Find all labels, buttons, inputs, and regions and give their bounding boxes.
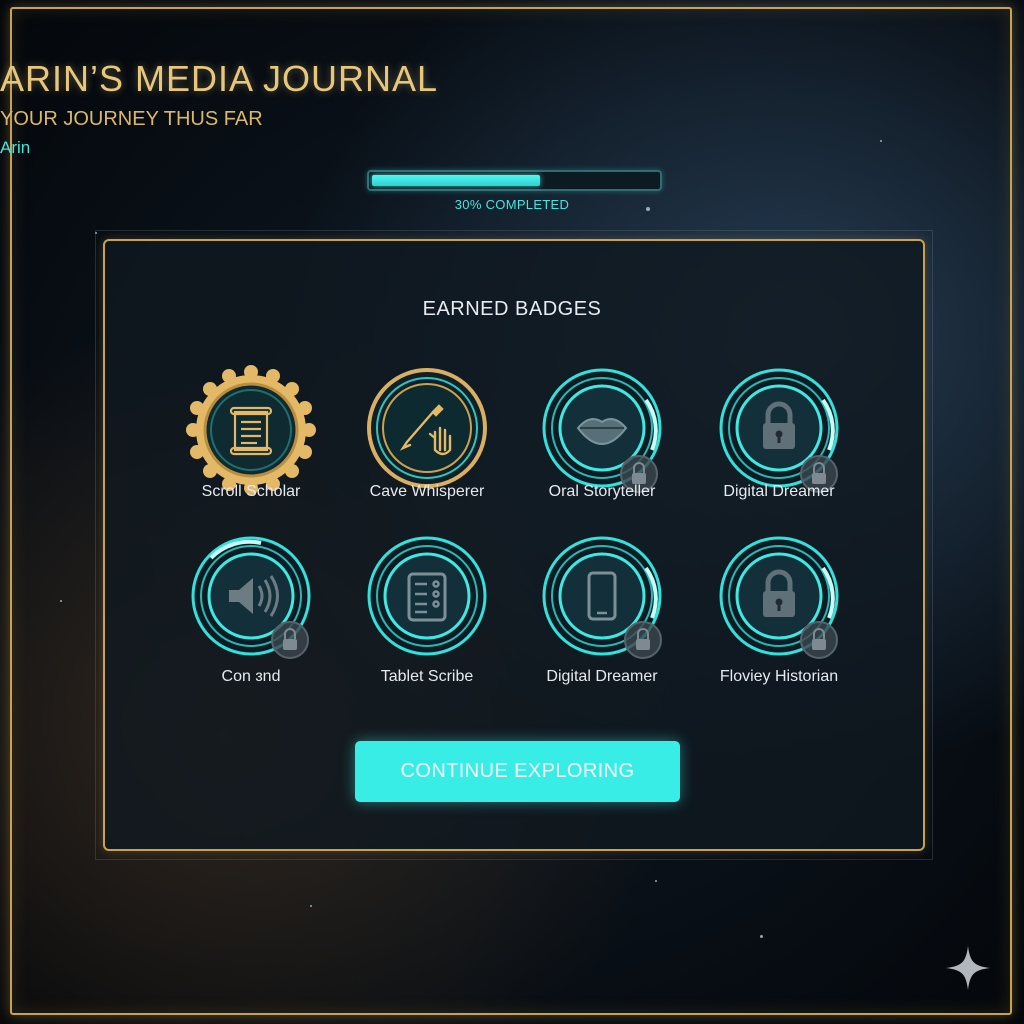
badge-label: Digital Dreamer xyxy=(723,483,835,500)
page-subtitle: YOUR JOURNEY THUS FAR xyxy=(0,108,263,130)
user-name: Arin xyxy=(0,138,31,157)
badge-label: Oral Storyteller xyxy=(548,483,656,500)
badge-con-end[interactable]: Con ɜnd xyxy=(171,518,331,685)
page-title: ARIN’S MEDIA JOURNAL xyxy=(0,58,439,99)
badge-label: Digital Dreamer xyxy=(546,668,658,685)
lock-badge-icon xyxy=(624,621,662,659)
progress-bar xyxy=(367,170,662,191)
badge-label: Scroll Scholar xyxy=(201,483,301,500)
progress-fill xyxy=(372,175,540,186)
badge-label: Con ɜnd xyxy=(221,668,281,685)
lock-badge-icon xyxy=(800,621,838,659)
badge-label: Floviey Historian xyxy=(719,668,839,685)
continue-exploring-button[interactable]: CONTINUE EXPLORING xyxy=(355,741,680,802)
badge-cave-whisperer[interactable]: Cave Whisperer xyxy=(347,350,507,510)
badge-floviey-historian[interactable]: Floviey Historian xyxy=(699,518,859,685)
continue-exploring-label: CONTINUE EXPLORING xyxy=(400,760,635,782)
badge-digital-dreamer-2[interactable]: Digital Dreamer xyxy=(522,518,682,685)
badge-tablet-scribe[interactable]: Tablet Scribe xyxy=(347,518,507,685)
badge-oral-storyteller[interactable]: Oral Storyteller xyxy=(522,350,682,510)
sparkle-icon xyxy=(946,946,990,990)
lock-badge-icon xyxy=(271,621,309,659)
section-title: EARNED BADGES xyxy=(422,298,602,320)
badge-label: Tablet Scribe xyxy=(380,668,474,685)
tablet-icon xyxy=(407,572,447,622)
badge-label: Cave Whisperer xyxy=(369,483,485,500)
badge-digital-dreamer[interactable]: Digital Dreamer xyxy=(699,350,859,510)
badge-scroll-scholar[interactable]: Scroll Scholar xyxy=(171,350,331,510)
progress-label: 30% COMPLETED xyxy=(454,197,570,212)
